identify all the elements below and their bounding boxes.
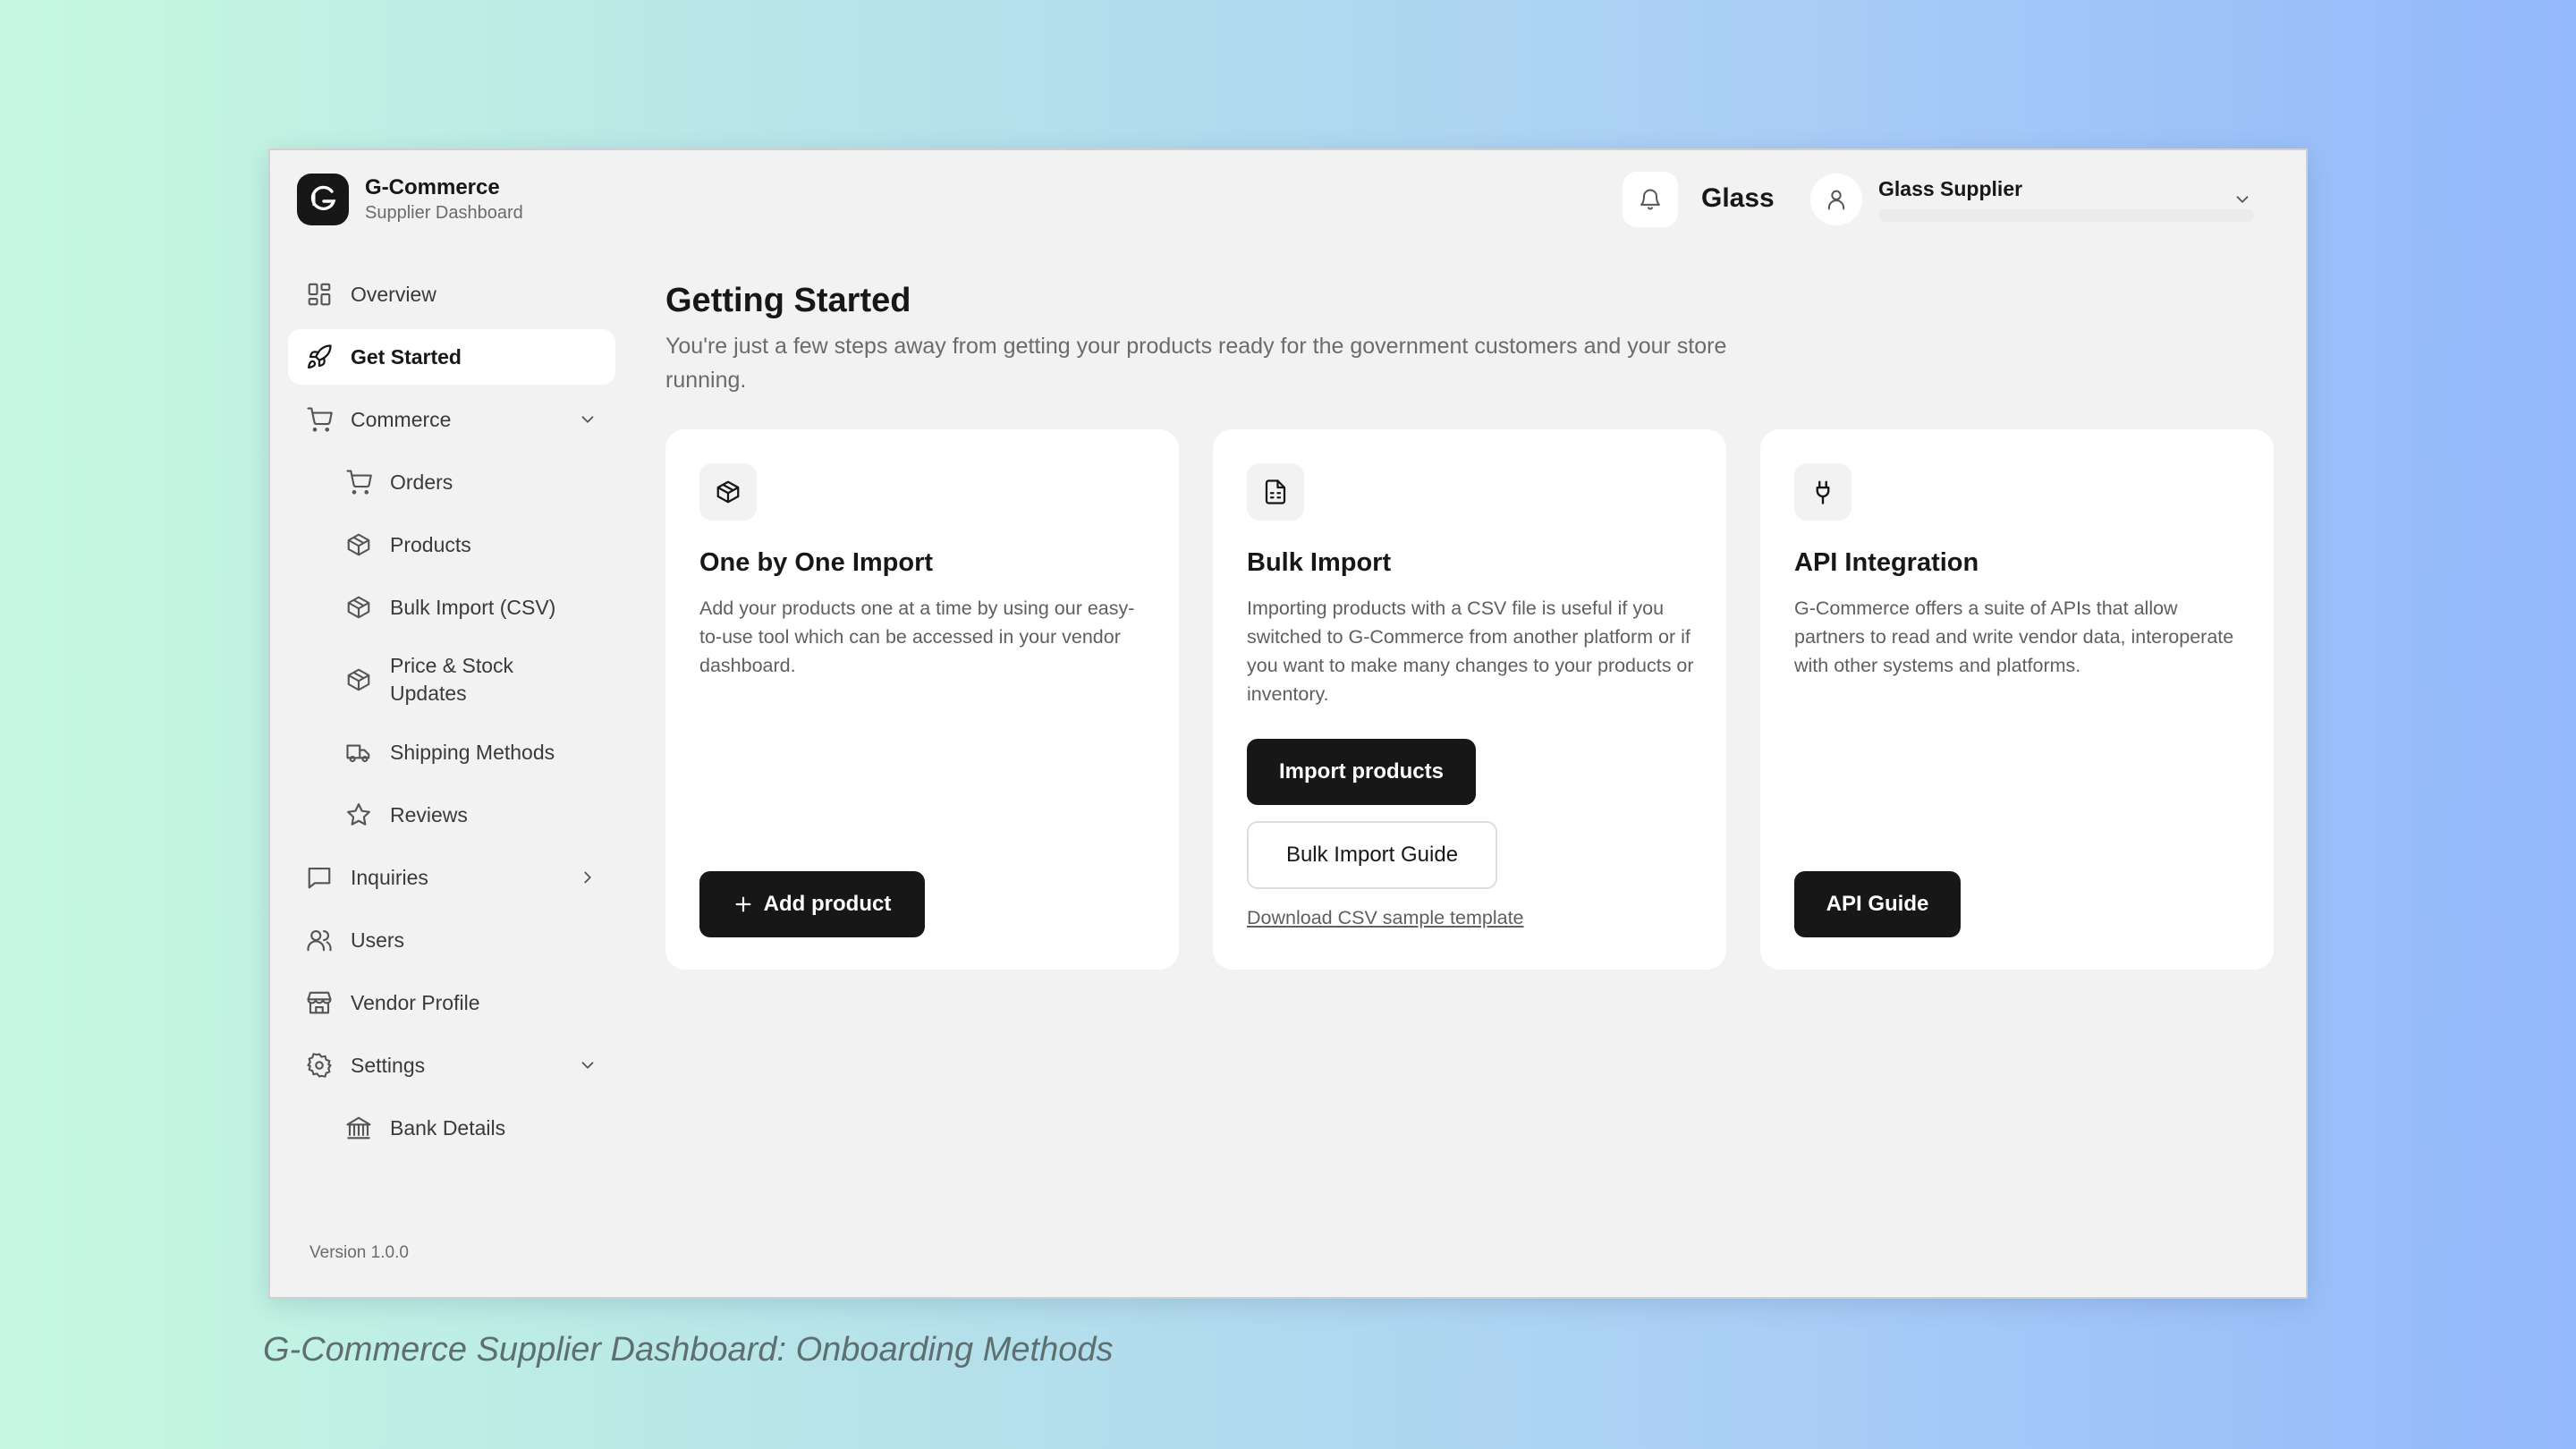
message-icon xyxy=(304,862,335,893)
sidebar-item-shipping[interactable]: Shipping Methods xyxy=(288,724,615,780)
account-detail-placeholder xyxy=(1878,209,2254,222)
star-icon xyxy=(343,800,374,830)
card-description: G-Commerce offers a suite of APIs that a… xyxy=(1794,597,2234,676)
grid-icon xyxy=(304,279,335,309)
card-description: Importing products with a CSV file is us… xyxy=(1247,597,1694,705)
sidebar-item-label: Overview xyxy=(351,282,436,306)
sidebar: Overview Get Started Commerce Orders Pro… xyxy=(288,267,615,1163)
sidebar-item-label: Commerce xyxy=(351,407,452,431)
app-window: G-Commerce Supplier Dashboard Glass Glas… xyxy=(268,148,2308,1299)
sidebar-item-label: Products xyxy=(390,532,471,556)
chevron-down-icon xyxy=(2233,190,2252,209)
chevron-right-icon xyxy=(578,868,597,887)
sidebar-item-label: Bank Details xyxy=(390,1115,506,1140)
card-title: One by One Import xyxy=(699,548,934,577)
bell-icon xyxy=(1638,187,1663,212)
truck-icon xyxy=(343,737,374,767)
g-logo-icon xyxy=(297,174,349,225)
bulk-import-guide-button[interactable]: Bulk Import Guide xyxy=(1247,821,1497,889)
rocket-icon xyxy=(304,342,335,372)
brand-subtitle: Supplier Dashboard xyxy=(365,203,523,223)
sidebar-item-users[interactable]: Users xyxy=(288,912,615,968)
version-label: Version 1.0.0 xyxy=(309,1243,409,1262)
page-description: You're just a few steps away from gettin… xyxy=(665,334,1727,393)
api-guide-button[interactable]: API Guide xyxy=(1794,871,1961,937)
button-label: Add product xyxy=(763,892,892,916)
import-products-button[interactable]: Import products xyxy=(1247,739,1476,805)
image-caption: G-Commerce Supplier Dashboard: Onboardin… xyxy=(263,1331,1114,1368)
sidebar-item-price-stock[interactable]: Price & Stock Updates xyxy=(288,642,615,717)
plus-icon xyxy=(733,894,753,914)
card-one-by-one-import: One by One Import Add your products one … xyxy=(665,429,1179,970)
sidebar-item-label: Get Started xyxy=(351,344,462,369)
sidebar-item-label: Inquiries xyxy=(351,865,428,889)
card-bulk-import: Bulk Import Importing products with a CS… xyxy=(1213,429,1726,970)
sidebar-item-inquiries[interactable]: Inquiries xyxy=(288,850,615,905)
sidebar-item-get-started[interactable]: Get Started xyxy=(288,329,615,385)
sidebar-item-products[interactable]: Products xyxy=(288,517,615,572)
card-api-integration: API Integration G-Commerce offers a suit… xyxy=(1760,429,2274,970)
box-icon xyxy=(699,463,757,521)
sidebar-item-label: Users xyxy=(351,928,405,952)
page-title: Getting Started xyxy=(665,282,911,319)
sidebar-item-label: Bulk Import (CSV) xyxy=(390,595,556,619)
sidebar-item-label: Shipping Methods xyxy=(390,740,555,764)
sidebar-item-label: Vendor Profile xyxy=(351,990,480,1014)
user-icon xyxy=(1810,174,1862,225)
download-csv-template-link[interactable]: Download CSV sample template xyxy=(1247,907,1524,929)
brand[interactable]: G-Commerce Supplier Dashboard xyxy=(297,174,523,225)
gear-icon xyxy=(304,1050,335,1080)
brand-name: G-Commerce xyxy=(365,175,500,199)
sidebar-item-overview[interactable]: Overview xyxy=(288,267,615,322)
box-icon xyxy=(343,665,374,695)
sidebar-item-label: Reviews xyxy=(390,802,468,826)
notifications-button[interactable] xyxy=(1623,172,1678,227)
sidebar-item-settings[interactable]: Settings xyxy=(288,1038,615,1093)
sidebar-item-reviews[interactable]: Reviews xyxy=(288,787,615,843)
chevron-down-icon xyxy=(578,1055,597,1075)
tenant-name: Glass xyxy=(1701,183,1775,213)
sidebar-item-label: Orders xyxy=(390,470,453,494)
sidebar-item-bank-details[interactable]: Bank Details xyxy=(288,1100,615,1156)
account-name: Glass Supplier xyxy=(1878,177,2023,200)
card-title: API Integration xyxy=(1794,548,1979,577)
sidebar-item-commerce[interactable]: Commerce xyxy=(288,392,615,447)
cart-icon xyxy=(304,404,335,435)
account-menu[interactable]: Glass Supplier xyxy=(1810,174,2267,227)
add-product-button[interactable]: Add product xyxy=(699,871,925,937)
sidebar-item-orders[interactable]: Orders xyxy=(288,454,615,510)
sidebar-item-bulk-import[interactable]: Bulk Import (CSV) xyxy=(288,580,615,635)
sidebar-item-label: Settings xyxy=(351,1053,426,1077)
sidebar-item-label: Price & Stock Updates xyxy=(390,654,514,705)
users-icon xyxy=(304,925,335,955)
box-icon xyxy=(343,592,374,623)
card-title: Bulk Import xyxy=(1247,548,1392,577)
box-icon xyxy=(343,530,374,560)
card-description: Add your products one at a time by using… xyxy=(699,597,1135,676)
plug-icon xyxy=(1794,463,1852,521)
store-icon xyxy=(304,987,335,1018)
bank-icon xyxy=(343,1113,374,1143)
sidebar-item-vendor-profile[interactable]: Vendor Profile xyxy=(288,975,615,1030)
chevron-down-icon xyxy=(578,410,597,429)
file-icon xyxy=(1247,463,1304,521)
cart-icon xyxy=(343,467,374,497)
